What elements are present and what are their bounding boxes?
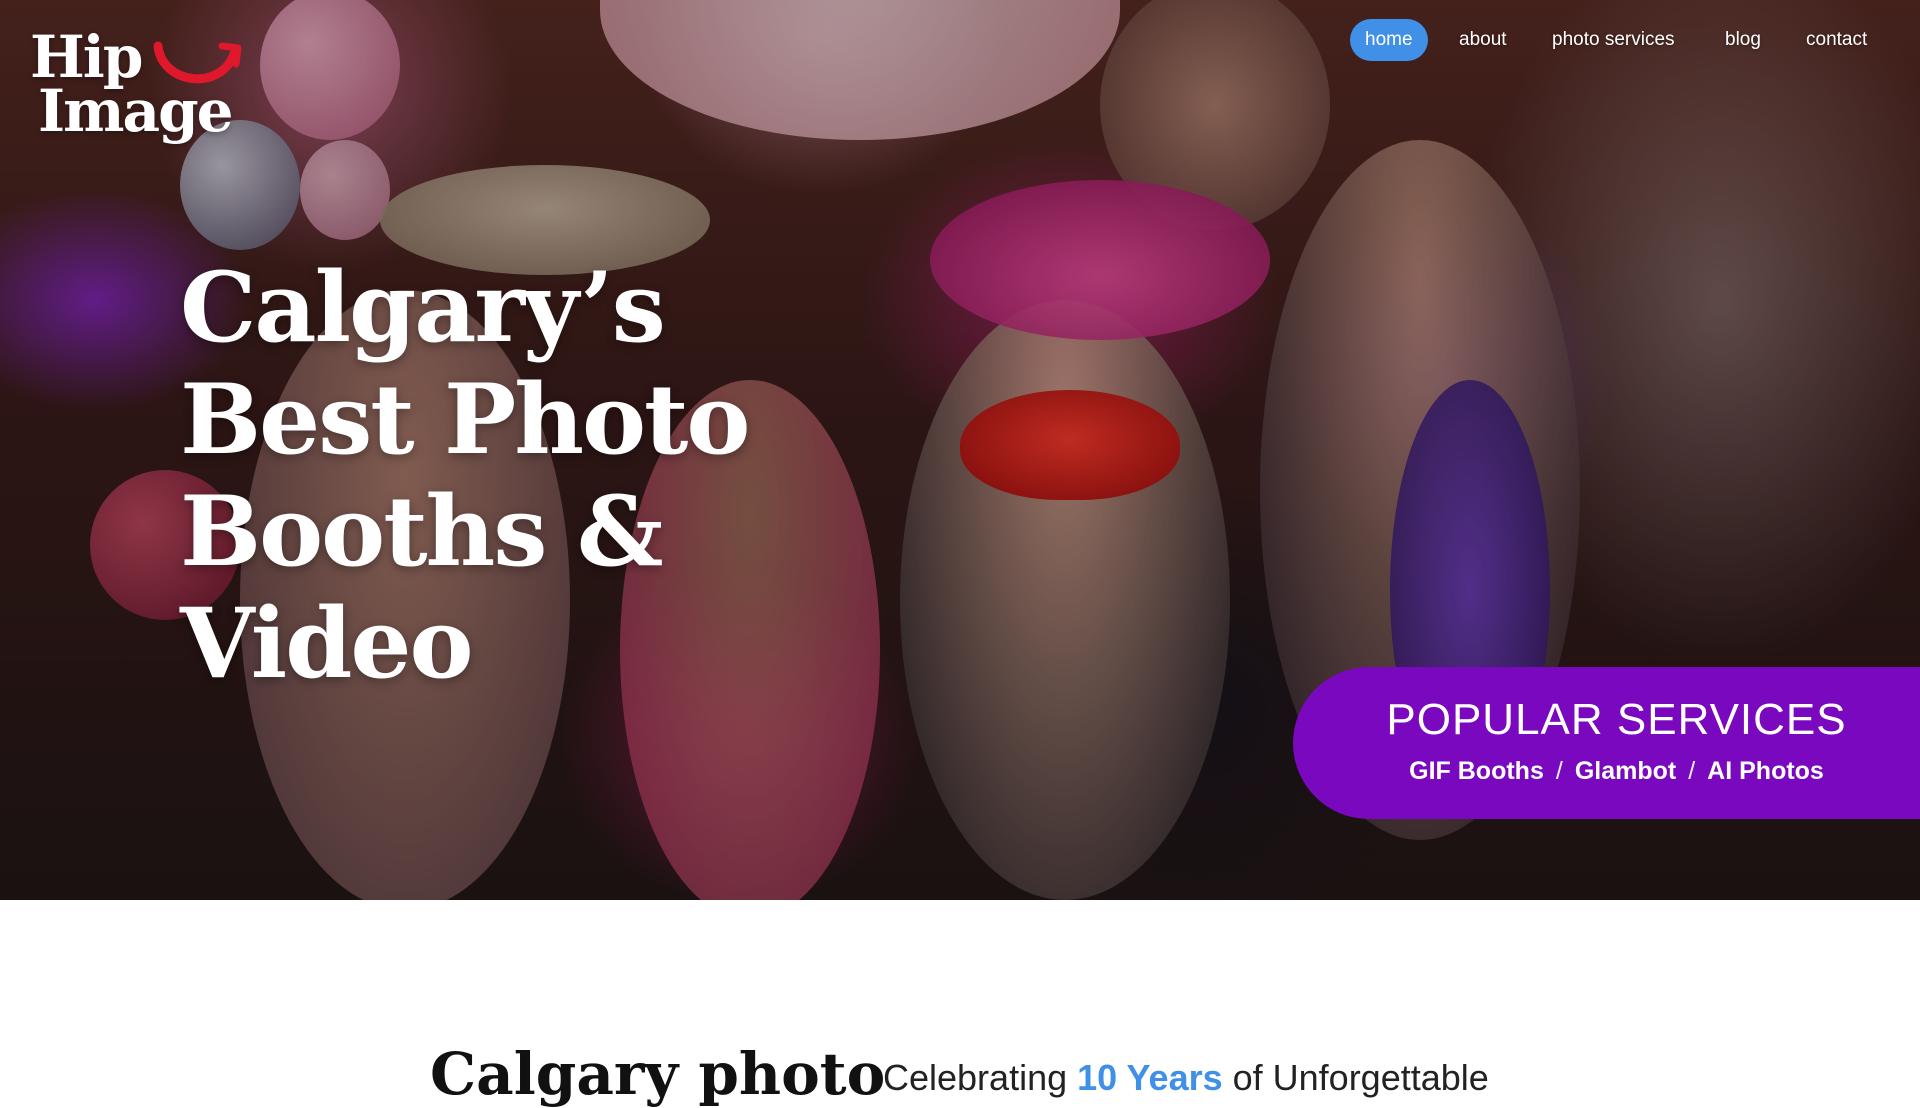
service-link-ai-photos[interactable]: AI Photos <box>1707 757 1824 785</box>
popular-services-title: POPULAR SERVICES <box>1386 695 1847 744</box>
nav-item-about[interactable]: about <box>1459 19 1507 61</box>
service-link-glambot[interactable]: Glambot <box>1575 757 1676 785</box>
nav-item-blog[interactable]: blog <box>1725 19 1761 61</box>
nav-item-home[interactable]: home <box>1350 19 1428 61</box>
headline-line: Calgary’s <box>180 251 666 364</box>
subheading-text: Celebrating <box>883 1057 1078 1098</box>
site-logo[interactable]: Hip Image <box>30 28 242 160</box>
nav-item-photo-services[interactable]: photo services <box>1552 19 1675 61</box>
hero-headline: Calgary’s Best Photo Booths & Video <box>180 252 800 700</box>
separator: / <box>1555 757 1563 785</box>
subheading-text: of Unforgettable <box>1222 1057 1489 1098</box>
main-nav: home about photo services blog contact <box>1348 19 1888 63</box>
separator: / <box>1688 757 1696 785</box>
popular-services-links: GIF Booths / Glambot / AI Photos <box>1293 757 1920 786</box>
headline-line: Best Photo <box>180 363 750 476</box>
section-heading: Calgary photo <box>430 1040 886 1108</box>
smile-arc-icon <box>153 41 242 84</box>
headline-line: Booths & <box>180 475 663 588</box>
nav-item-contact[interactable]: contact <box>1806 19 1867 61</box>
section-subheading: Celebrating 10 Years of Unforgettable <box>883 1057 1489 1099</box>
service-link-gif-booths[interactable]: GIF Booths <box>1409 757 1544 785</box>
headline-line: Video <box>180 587 474 700</box>
popular-services-panel: POPULAR SERVICES GIF Booths / Glambot / AI P… <box>1293 667 1920 819</box>
subheading-highlight: 10 Years <box>1077 1057 1223 1098</box>
